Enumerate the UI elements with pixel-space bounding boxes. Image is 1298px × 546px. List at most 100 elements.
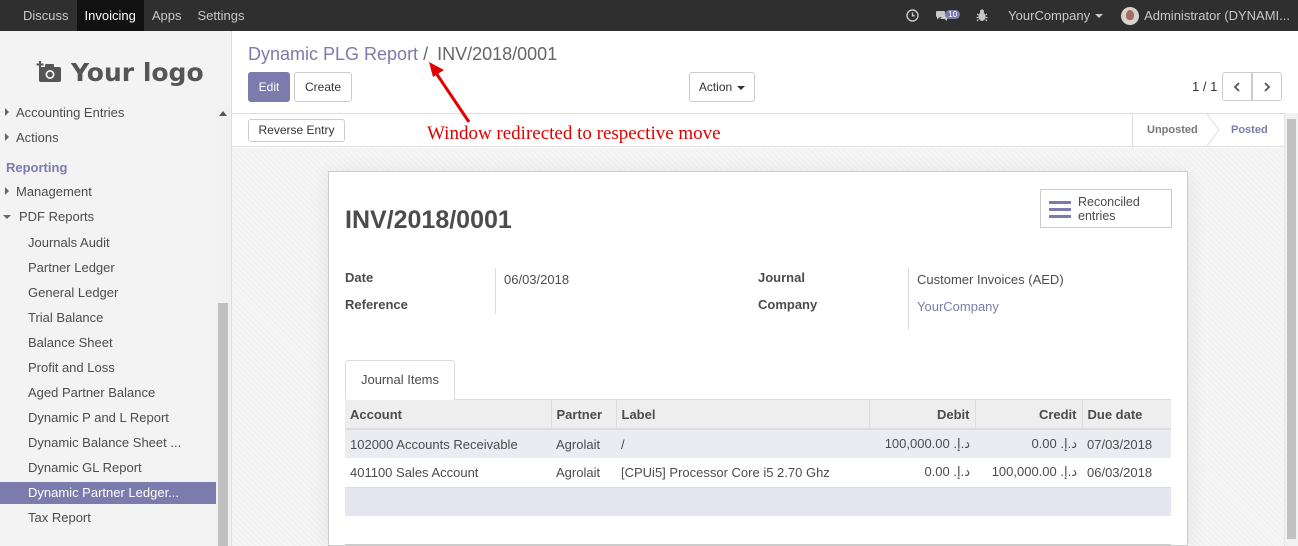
record-name: INV/2018/0001 — [345, 206, 512, 234]
edit-button[interactable]: Edit — [248, 72, 290, 102]
stage-divider — [1132, 114, 1133, 146]
create-button[interactable]: Create — [294, 72, 352, 102]
annotation-text: Window redirected to respective move — [427, 123, 721, 144]
sidebar-item-general-ledger[interactable]: General Ledger — [0, 282, 216, 304]
messages-count-badge: 10 — [945, 10, 961, 19]
camera-icon — [36, 61, 61, 82]
menu-discuss[interactable]: Discuss — [15, 0, 77, 31]
clock-icon[interactable] — [906, 9, 919, 22]
user-menu[interactable]: Administrator (DYNAMI... — [1121, 6, 1290, 25]
sidebar-item-profit-and-loss[interactable]: Profit and Loss — [0, 357, 216, 379]
column-credit[interactable]: Credit — [974, 400, 1082, 430]
cell-label: / — [616, 429, 869, 458]
sidebar-item-label: PDF Reports — [19, 209, 95, 224]
menu-apps[interactable]: Apps — [144, 0, 190, 31]
cell-debit: 100,000.00 .د.إ — [869, 429, 975, 458]
sidebar-item-dynamic-partner-ledger[interactable]: Dynamic Partner Ledger... — [0, 482, 216, 504]
caret-right-icon — [5, 133, 9, 141]
journal-items-table: Account Partner Label Debit Credit Due d… — [345, 400, 1171, 516]
caret-right-icon — [5, 108, 9, 116]
action-button[interactable]: Action — [689, 72, 755, 102]
sidebar-item-label: Accounting Entries — [16, 105, 125, 120]
sidebar-item-label: Partner Ledger — [28, 260, 115, 275]
sidebar-item-partner-ledger[interactable]: Partner Ledger — [0, 257, 216, 279]
menu-invoicing[interactable]: Invoicing — [76, 0, 144, 31]
reconciled-entries-button[interactable]: Reconciled entries — [1040, 189, 1172, 228]
sidebar-item-journals-audit[interactable]: Journals Audit — [0, 232, 216, 254]
breadcrumb: Dynamic PLG Report / INV/2018/0001 — [248, 44, 557, 65]
table-row[interactable]: 401100 Sales Account Agrolait [CPUi5] Pr… — [345, 458, 1171, 487]
sidebar-item-label: Actions — [16, 130, 59, 145]
list-icon — [1049, 201, 1071, 218]
systray: 10 YourCompany Administrator (DYNAMI... — [898, 0, 1298, 31]
sidebar-item-management[interactable]: Management — [0, 181, 216, 203]
sidebar-item-label: Reporting — [6, 160, 68, 175]
sidebar-item-dynamic-gl-report[interactable]: Dynamic GL Report — [0, 457, 216, 479]
sidebar-item-pdf-reports[interactable]: PDF Reports — [0, 206, 216, 228]
caret-right-icon — [5, 187, 9, 195]
messages-button[interactable]: 10 — [935, 10, 961, 22]
bug-icon[interactable] — [976, 9, 988, 22]
action-label: Action — [698, 80, 733, 94]
caret-down-icon — [3, 215, 11, 219]
sidebar-item-label: Balance Sheet — [28, 335, 113, 350]
sidebar-scroll-thumb[interactable] — [218, 303, 228, 546]
column-partner[interactable]: Partner — [550, 400, 616, 430]
chevron-right-icon — [1264, 81, 1271, 92]
cell-credit: 0.00 .د.إ — [975, 429, 1082, 458]
stage-unposted[interactable]: Unposted — [1147, 114, 1198, 146]
sidebar-item-trial-balance[interactable]: Trial Balance — [0, 307, 216, 329]
breadcrumb-parent[interactable]: Dynamic PLG Report — [248, 44, 418, 64]
company-switcher[interactable]: YourCompany — [1008, 8, 1104, 23]
reverse-entry-button[interactable]: Reverse Entry — [248, 119, 345, 142]
annotation-arrow-icon — [429, 62, 471, 123]
pager-value[interactable]: 1 / 1 — [1192, 79, 1217, 94]
cell-account: 401100 Sales Account — [350, 464, 479, 480]
cell-due-date: 07/03/2018 — [1082, 429, 1171, 458]
column-debit[interactable]: Debit — [868, 400, 975, 430]
table-empty-row — [345, 486, 1171, 516]
cell-debit: 0.00 .د.إ — [924, 464, 970, 480]
sidebar-item-accounting-entries[interactable]: Accounting Entries — [0, 102, 216, 124]
menu-settings[interactable]: Settings — [189, 0, 252, 31]
reconciled-label-line1: Reconciled — [1078, 195, 1140, 209]
journal-value: Customer Invoices (AED) — [917, 272, 1064, 287]
sidebar-item-label: Dynamic Balance Sheet ... — [28, 435, 182, 450]
pager-next-button[interactable] — [1252, 72, 1282, 101]
column-due-date[interactable]: Due date — [1081, 400, 1171, 430]
sidebar-item-label: Trial Balance — [28, 310, 104, 325]
avatar — [1121, 6, 1140, 25]
company-logo: Your logo — [36, 55, 204, 89]
sidebar-item-tax-report[interactable]: Tax Report — [0, 507, 216, 529]
company-link[interactable]: YourCompany — [917, 299, 999, 314]
sidebar-item-actions[interactable]: Actions — [0, 127, 216, 149]
cell-credit: 100,000.00 .د.إ — [991, 464, 1077, 480]
date-label: Date — [345, 270, 374, 285]
company-label: Company — [758, 297, 818, 312]
column-label[interactable]: Label — [615, 400, 869, 430]
sidebar-item-label: Dynamic P and L Report — [28, 410, 169, 425]
sidebar-item-balance-sheet[interactable]: Balance Sheet — [0, 332, 216, 354]
sidebar-item-label: General Ledger — [28, 285, 119, 300]
sidebar-item-label: Profit and Loss — [28, 360, 115, 375]
stage-posted[interactable]: Posted — [1231, 114, 1268, 146]
table-header-row: Account Partner Label Debit Credit Due d… — [345, 400, 1171, 430]
table-footer-line — [345, 544, 1171, 545]
date-value: 06/03/2018 — [504, 272, 570, 287]
tab-journal-items[interactable]: Journal Items — [345, 360, 455, 400]
content-scrollbar[interactable] — [1284, 113, 1298, 546]
sidebar-item-dynamic-balance-sheet[interactable]: Dynamic Balance Sheet ... — [0, 432, 216, 454]
field-divider — [495, 268, 496, 314]
sidebar-item-aged-partner-balance[interactable]: Aged Partner Balance — [0, 382, 216, 404]
reconciled-entries-label: Reconciled entries — [1078, 195, 1140, 223]
sidebar-item-label: Aged Partner Balance — [28, 385, 156, 400]
content-scroll-thumb[interactable] — [1287, 119, 1296, 539]
pager-previous-button[interactable] — [1222, 72, 1252, 101]
caret-down-icon — [737, 85, 746, 90]
sidebar-item-dynamic-p-and-l-report[interactable]: Dynamic P and L Report — [0, 407, 216, 429]
scroll-up-icon[interactable] — [219, 111, 227, 116]
table-row[interactable]: 102000 Accounts Receivable Agrolait / 10… — [345, 429, 1171, 458]
column-account[interactable]: Account — [345, 400, 551, 430]
sidebar-item-reporting: Reporting — [0, 157, 216, 179]
top-navbar: Discuss Invoicing Apps Settings 10 YourC… — [0, 0, 1298, 31]
